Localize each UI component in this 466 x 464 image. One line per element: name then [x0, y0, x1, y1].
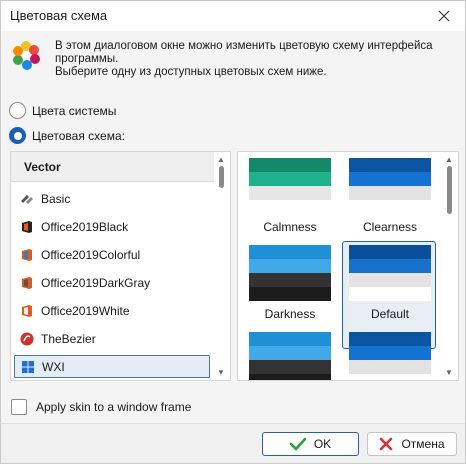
swatch-band	[249, 186, 331, 200]
swatch-band	[349, 259, 431, 273]
palette-swatch[interactable]	[249, 332, 331, 380]
swatch-band	[249, 346, 331, 360]
color-scheme-radio-row[interactable]: Цветовая схема:	[9, 127, 125, 144]
cancel-button[interactable]: Отмена	[367, 432, 457, 456]
list-item-label: Office2019White	[41, 303, 130, 318]
info-line: Выберите одну из доступных цветовых схем…	[55, 66, 327, 78]
skin-list[interactable]: Vector Basic Office2019Black Office2019C…	[10, 151, 231, 381]
close-icon	[438, 10, 450, 22]
office-icon	[20, 248, 34, 262]
palette-scrollbar[interactable]: ▲ ▼	[443, 152, 456, 380]
windows-icon	[21, 360, 35, 374]
basic-skin-icon	[20, 192, 34, 206]
color-scheme-dialog: Цветовая схема В этом диалоговом окне мо…	[0, 0, 466, 464]
apply-skin-frame-checkbox[interactable]	[11, 399, 27, 415]
color-scheme-radio[interactable]	[9, 127, 26, 144]
swatch-band	[249, 332, 331, 346]
palette-label[interactable]: Default	[342, 307, 438, 321]
palette-swatch-darkness[interactable]	[249, 245, 331, 301]
swatch-band	[249, 374, 331, 380]
palette-label[interactable]: Darkness	[242, 307, 338, 321]
swatch-band	[249, 245, 331, 259]
info-description: В этом диалоговом окне можно изменить цв…	[55, 40, 455, 79]
swatch-band	[249, 360, 331, 374]
swatch-band	[249, 158, 331, 172]
palette-swatch-clearness[interactable]	[349, 158, 431, 214]
list-item-label: Office2019Colorful	[41, 247, 141, 262]
ok-button[interactable]: OK	[262, 432, 359, 456]
swatch-band	[349, 200, 431, 214]
list-item[interactable]: Basic	[14, 187, 210, 210]
dialog-title: Цветовая схема	[10, 8, 108, 23]
cancel-button-label: Отмена	[401, 437, 445, 451]
info-line: программы.	[55, 53, 119, 65]
list-item[interactable]: WXI	[14, 355, 210, 378]
office-icon	[20, 220, 34, 234]
list-item[interactable]: TheBezier	[14, 327, 210, 350]
list-item-label: Basic	[41, 191, 71, 206]
swatch-band	[349, 245, 431, 259]
scrollbar-thumb[interactable]	[219, 166, 224, 188]
checkmark-icon	[289, 437, 306, 451]
system-colors-radio[interactable]	[9, 102, 26, 119]
swatch-band	[349, 273, 431, 287]
scroll-up-icon[interactable]: ▲	[217, 155, 225, 164]
scrollbar-thumb[interactable]	[447, 166, 452, 214]
swatch-band	[249, 172, 331, 186]
list-item[interactable]: Office2019DarkGray	[14, 271, 210, 294]
list-item[interactable]: Office2019Colorful	[14, 243, 210, 266]
color-palette-icon	[13, 41, 40, 70]
close-icon	[379, 437, 393, 451]
info-line: В этом диалоговом окне можно изменить цв…	[55, 40, 433, 52]
list-item-label: Office2019Black	[41, 219, 129, 234]
scroll-down-icon[interactable]: ▼	[445, 368, 453, 377]
office-icon	[20, 304, 34, 318]
list-item[interactable]: Office2019Black	[14, 215, 210, 238]
palette-label[interactable]: Calmness	[242, 220, 338, 234]
swatch-band	[249, 273, 331, 287]
swatch-band	[349, 186, 431, 200]
swatch-band	[249, 287, 331, 301]
palette-swatch-default[interactable]	[349, 245, 431, 301]
swatch-band	[349, 287, 431, 301]
title-bar: Цветовая схема	[1, 1, 465, 31]
swatch-band	[349, 346, 431, 360]
skin-list-scrollbar[interactable]: ▲ ▼	[215, 152, 228, 380]
apply-skin-frame-label: Apply skin to a window frame	[36, 400, 192, 414]
close-button[interactable]	[423, 1, 465, 31]
scroll-up-icon[interactable]: ▲	[445, 155, 453, 164]
swatch-band	[349, 332, 431, 346]
palette-label[interactable]: Clearness	[342, 220, 438, 234]
swatch-band	[349, 374, 431, 380]
skin-group-header: Vector	[11, 152, 214, 182]
color-scheme-label: Цветовая схема:	[32, 128, 125, 143]
swatch-band	[349, 172, 431, 186]
ok-button-label: OK	[313, 437, 332, 451]
list-item-label: TheBezier	[41, 331, 96, 346]
dialog-footer: OK Отмена	[1, 423, 465, 463]
swatch-band	[249, 259, 331, 273]
scroll-down-icon[interactable]: ▼	[217, 368, 225, 377]
swatch-band	[349, 360, 431, 374]
apply-skin-frame-row[interactable]: Apply skin to a window frame	[11, 399, 191, 415]
office-icon	[20, 276, 34, 290]
dialog-content: В этом диалоговом окне можно изменить цв…	[1, 31, 465, 423]
bezier-icon	[20, 332, 34, 346]
palette-swatch[interactable]	[349, 332, 431, 380]
swatch-band	[249, 200, 331, 214]
palette-swatch-calmness[interactable]	[249, 158, 331, 214]
list-item-label: Office2019DarkGray	[41, 275, 151, 290]
system-colors-radio-row[interactable]: Цвета системы	[9, 102, 116, 119]
system-colors-label: Цвета системы	[32, 103, 117, 118]
swatch-band	[349, 158, 431, 172]
list-item-label: WXI	[42, 359, 65, 374]
palette-gallery[interactable]: Calmness Clearness Darkness Default ▲ ▼	[237, 151, 459, 381]
list-item[interactable]: Office2019White	[14, 299, 210, 322]
